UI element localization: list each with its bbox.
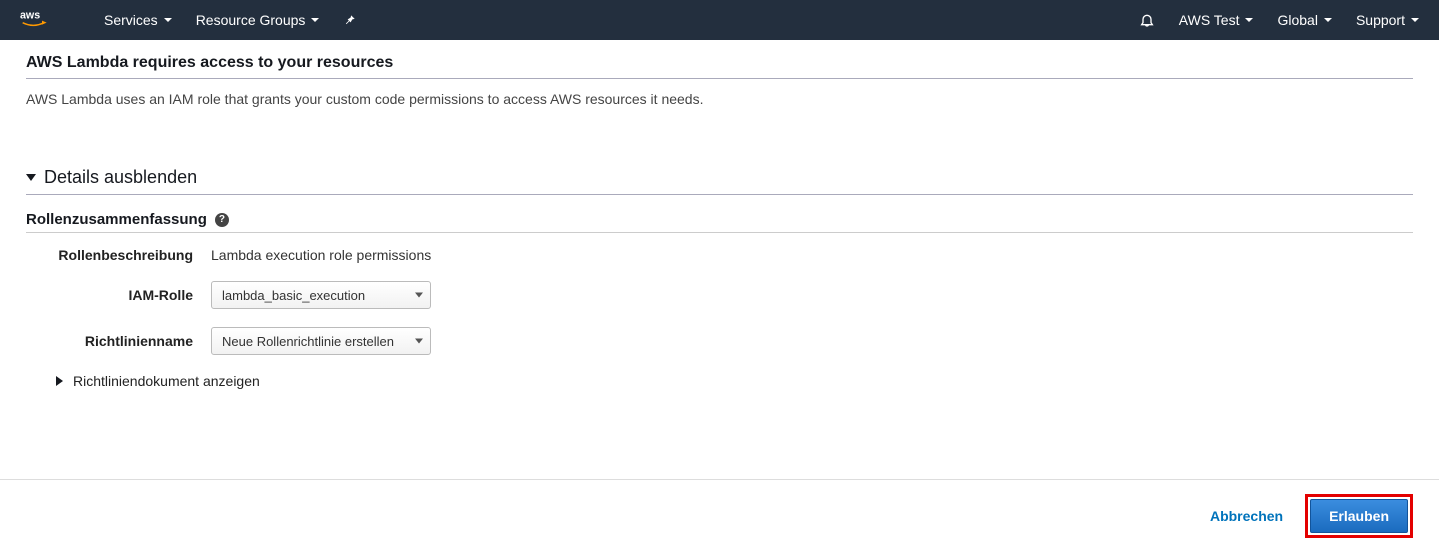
- chevron-down-icon: [1324, 18, 1332, 22]
- nav-account[interactable]: AWS Test: [1179, 12, 1254, 28]
- page-description: AWS Lambda uses an IAM role that grants …: [26, 79, 1413, 107]
- row-policy-name: Richtlinienname Neue Rollenrichtlinie er…: [26, 327, 1413, 355]
- chevron-down-icon: [1411, 18, 1419, 22]
- value-role-description: Lambda execution role permissions: [211, 247, 431, 263]
- role-summary-label: Rollenzusammenfassung: [26, 211, 207, 228]
- role-summary-heading: Rollenzusammenfassung ?: [26, 211, 1413, 233]
- policy-name-select-wrap: Neue Rollenrichtlinie erstellen: [211, 327, 431, 355]
- details-toggle-label: Details ausblenden: [44, 167, 197, 188]
- nav-region[interactable]: Global: [1277, 12, 1331, 28]
- policy-name-select[interactable]: Neue Rollenrichtlinie erstellen: [211, 327, 431, 355]
- help-icon[interactable]: ?: [215, 213, 229, 227]
- iam-role-select[interactable]: lambda_basic_execution: [211, 281, 431, 309]
- nav-left: aws Services Resource Groups: [20, 8, 357, 32]
- nav-right: AWS Test Global Support: [1139, 12, 1419, 28]
- nav-support[interactable]: Support: [1356, 12, 1419, 28]
- nav-resource-groups[interactable]: Resource Groups: [196, 12, 320, 28]
- label-policy-name: Richtlinienname: [26, 333, 211, 349]
- chevron-down-icon: [311, 18, 319, 22]
- cancel-button[interactable]: Abbrechen: [1198, 500, 1295, 532]
- policy-document-toggle[interactable]: Richtliniendokument anzeigen: [56, 373, 1413, 389]
- nav-services[interactable]: Services: [104, 12, 172, 28]
- label-role-description: Rollenbeschreibung: [26, 247, 211, 263]
- nav-resource-groups-label: Resource Groups: [196, 12, 306, 28]
- role-form: Rollenbeschreibung Lambda execution role…: [26, 247, 1413, 389]
- nav-services-label: Services: [104, 12, 158, 28]
- policy-document-label: Richtliniendokument anzeigen: [73, 373, 260, 389]
- details-toggle[interactable]: Details ausblenden: [26, 167, 1413, 195]
- nav-account-label: AWS Test: [1179, 12, 1240, 28]
- nav-support-label: Support: [1356, 12, 1405, 28]
- top-nav: aws Services Resource Groups AWS: [0, 0, 1439, 40]
- allow-button-highlight: Erlauben: [1305, 494, 1413, 538]
- pin-icon[interactable]: [343, 13, 357, 27]
- allow-button[interactable]: Erlauben: [1310, 499, 1408, 533]
- label-iam-role: IAM-Rolle: [26, 287, 211, 303]
- nav-region-label: Global: [1277, 12, 1317, 28]
- footer-actions: Abbrechen Erlauben: [0, 479, 1439, 552]
- iam-role-select-wrap: lambda_basic_execution: [211, 281, 431, 309]
- expand-icon: [56, 376, 63, 386]
- svg-text:aws: aws: [20, 10, 40, 22]
- aws-logo[interactable]: aws: [20, 8, 60, 32]
- row-iam-role: IAM-Rolle lambda_basic_execution: [26, 281, 1413, 309]
- notifications-icon[interactable]: [1139, 12, 1155, 28]
- page-title: AWS Lambda requires access to your resou…: [26, 54, 1413, 79]
- chevron-down-icon: [1245, 18, 1253, 22]
- collapse-icon: [26, 174, 36, 181]
- row-role-description: Rollenbeschreibung Lambda execution role…: [26, 247, 1413, 263]
- chevron-down-icon: [164, 18, 172, 22]
- main-content: AWS Lambda requires access to your resou…: [0, 40, 1439, 389]
